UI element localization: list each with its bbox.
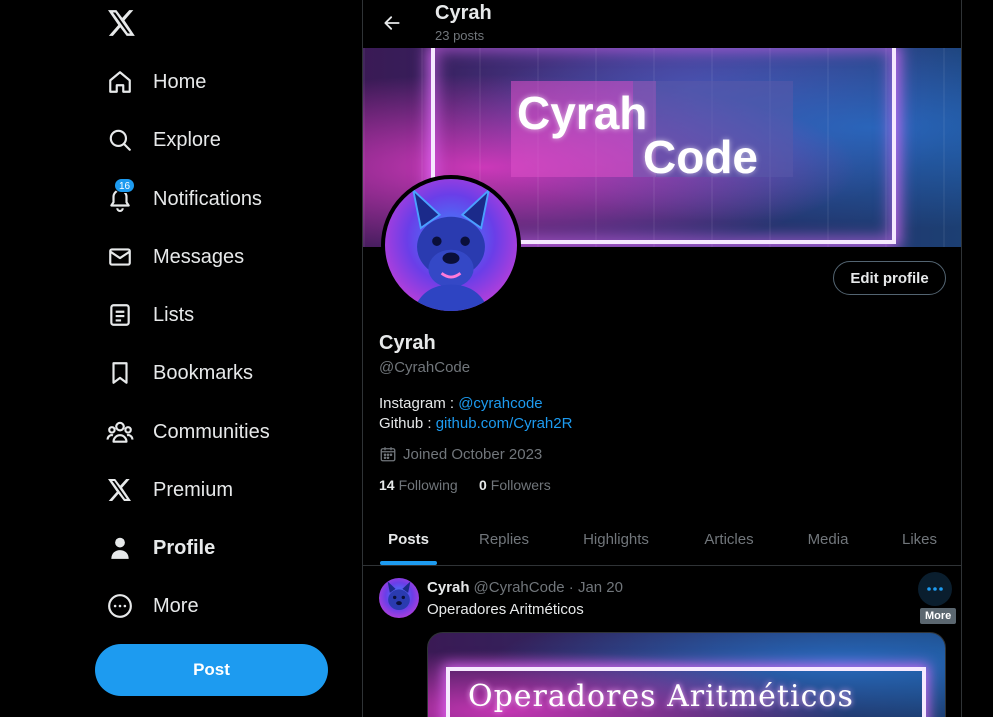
bell-icon: 16: [105, 178, 136, 214]
more-tooltip: More: [920, 608, 957, 624]
search-icon: [105, 125, 135, 155]
github-link[interactable]: github.com/Cyrah2R: [436, 415, 573, 432]
bio-line-instagram: Instagram : @cyrahcode: [379, 395, 543, 412]
sidebar-item-explore[interactable]: Explore: [105, 117, 221, 163]
profile-name: Cyrah: [379, 332, 436, 354]
followers-count: 0: [479, 477, 487, 493]
post-header: Cyrah @CyrahCode · Jan 20: [427, 579, 623, 596]
banner-title-line1: Cyrah: [517, 87, 648, 139]
back-arrow-icon[interactable]: [377, 8, 407, 38]
sidebar-item-label: Lists: [153, 303, 195, 326]
banner-title-line2: Code: [643, 131, 758, 183]
sidebar-item-more[interactable]: More: [105, 583, 199, 629]
sidebar-item-communities[interactable]: Communities: [105, 409, 270, 455]
post-media-image[interactable]: Operadores Aritméticos: [427, 632, 946, 717]
sidebar-item-profile[interactable]: Profile: [105, 525, 215, 571]
profile-tabs: Posts Replies Highlights Articles Media …: [363, 513, 961, 566]
media-title: Operadores Aritméticos: [468, 679, 854, 714]
tab-replies[interactable]: Replies: [454, 513, 554, 566]
joined-text: Joined October 2023: [403, 445, 543, 463]
followers-link[interactable]: 0 Followers: [479, 477, 551, 493]
person-icon: [105, 533, 135, 563]
sidebar-item-label: Bookmarks: [153, 361, 254, 384]
profile-header-bar: Cyrah 23 posts: [363, 0, 961, 48]
notification-badge: 16: [114, 178, 136, 193]
home-icon: [105, 67, 135, 97]
header-post-count: 23 posts: [435, 28, 485, 43]
sidebar-item-label: Notifications: [153, 187, 262, 210]
active-tab-indicator: [380, 561, 437, 565]
sidebar-item-label: Communities: [153, 420, 270, 443]
sidebar-item-label: Messages: [153, 245, 245, 268]
post-button[interactable]: Post: [95, 644, 328, 696]
following-label: Following: [398, 477, 458, 493]
sidebar-item-label: Premium: [153, 478, 234, 501]
dog-avatar-icon: [387, 581, 411, 610]
sidebar-item-premium[interactable]: Premium: [105, 467, 233, 513]
tab-articles[interactable]: Articles: [678, 513, 780, 566]
post-author-avatar[interactable]: [379, 578, 419, 618]
sidebar-item-label: Profile: [153, 536, 216, 559]
sidebar-item-label: More: [153, 594, 199, 617]
x-logo-icon[interactable]: [105, 6, 139, 40]
dog-avatar-icon: [411, 187, 491, 311]
tab-likes[interactable]: Likes: [876, 513, 961, 566]
more-circle-icon: [105, 591, 135, 621]
bio-line-github: Github : github.com/Cyrah2R: [379, 415, 572, 432]
edit-profile-button[interactable]: Edit profile: [833, 261, 946, 295]
tab-media[interactable]: Media: [780, 513, 876, 566]
communities-icon: [105, 417, 135, 447]
sidebar-item-home[interactable]: Home: [105, 59, 206, 105]
x-premium-icon: [105, 475, 135, 505]
lists-icon: [105, 300, 135, 330]
sidebar-item-notifications[interactable]: 16 Notifications: [105, 176, 262, 222]
ellipsis-icon: [927, 587, 943, 591]
joined-date: Joined October 2023: [379, 445, 542, 463]
post-meta: @CyrahCode · Jan 20: [473, 579, 623, 596]
header-profile-name: Cyrah: [435, 2, 492, 24]
post-text: Operadores Aritméticos: [427, 601, 584, 618]
sidebar-nav: Home Explore 16 Notifications Messages L…: [0, 0, 362, 717]
mail-icon: [105, 242, 135, 272]
profile-avatar[interactable]: [381, 175, 521, 315]
following-link[interactable]: 14 Following: [379, 477, 458, 493]
profile-column: Cyrah 23 posts Cyrah Code Edit profile C…: [362, 0, 962, 717]
tab-highlights[interactable]: Highlights: [554, 513, 678, 566]
bookmark-icon: [105, 358, 135, 388]
tab-posts[interactable]: Posts: [363, 513, 454, 566]
instagram-link[interactable]: @cyrahcode: [458, 395, 542, 412]
sidebar-item-bookmarks[interactable]: Bookmarks: [105, 350, 253, 396]
sidebar-item-lists[interactable]: Lists: [105, 292, 194, 338]
followers-label: Followers: [490, 477, 551, 493]
calendar-icon: [380, 447, 396, 462]
right-gutter: [962, 0, 993, 717]
bio-label: Github :: [379, 415, 436, 432]
sidebar-item-messages[interactable]: Messages: [105, 234, 244, 280]
more-options-button[interactable]: [918, 572, 952, 606]
bio-label: Instagram :: [379, 395, 459, 412]
sidebar-item-label: Home: [153, 70, 207, 93]
post-author-name[interactable]: Cyrah: [427, 579, 470, 596]
profile-handle: @CyrahCode: [379, 359, 471, 376]
following-count: 14: [379, 477, 395, 493]
sidebar-item-label: Explore: [153, 128, 221, 151]
post-item[interactable]: Cyrah @CyrahCode · Jan 20 Operadores Arit…: [363, 566, 961, 717]
